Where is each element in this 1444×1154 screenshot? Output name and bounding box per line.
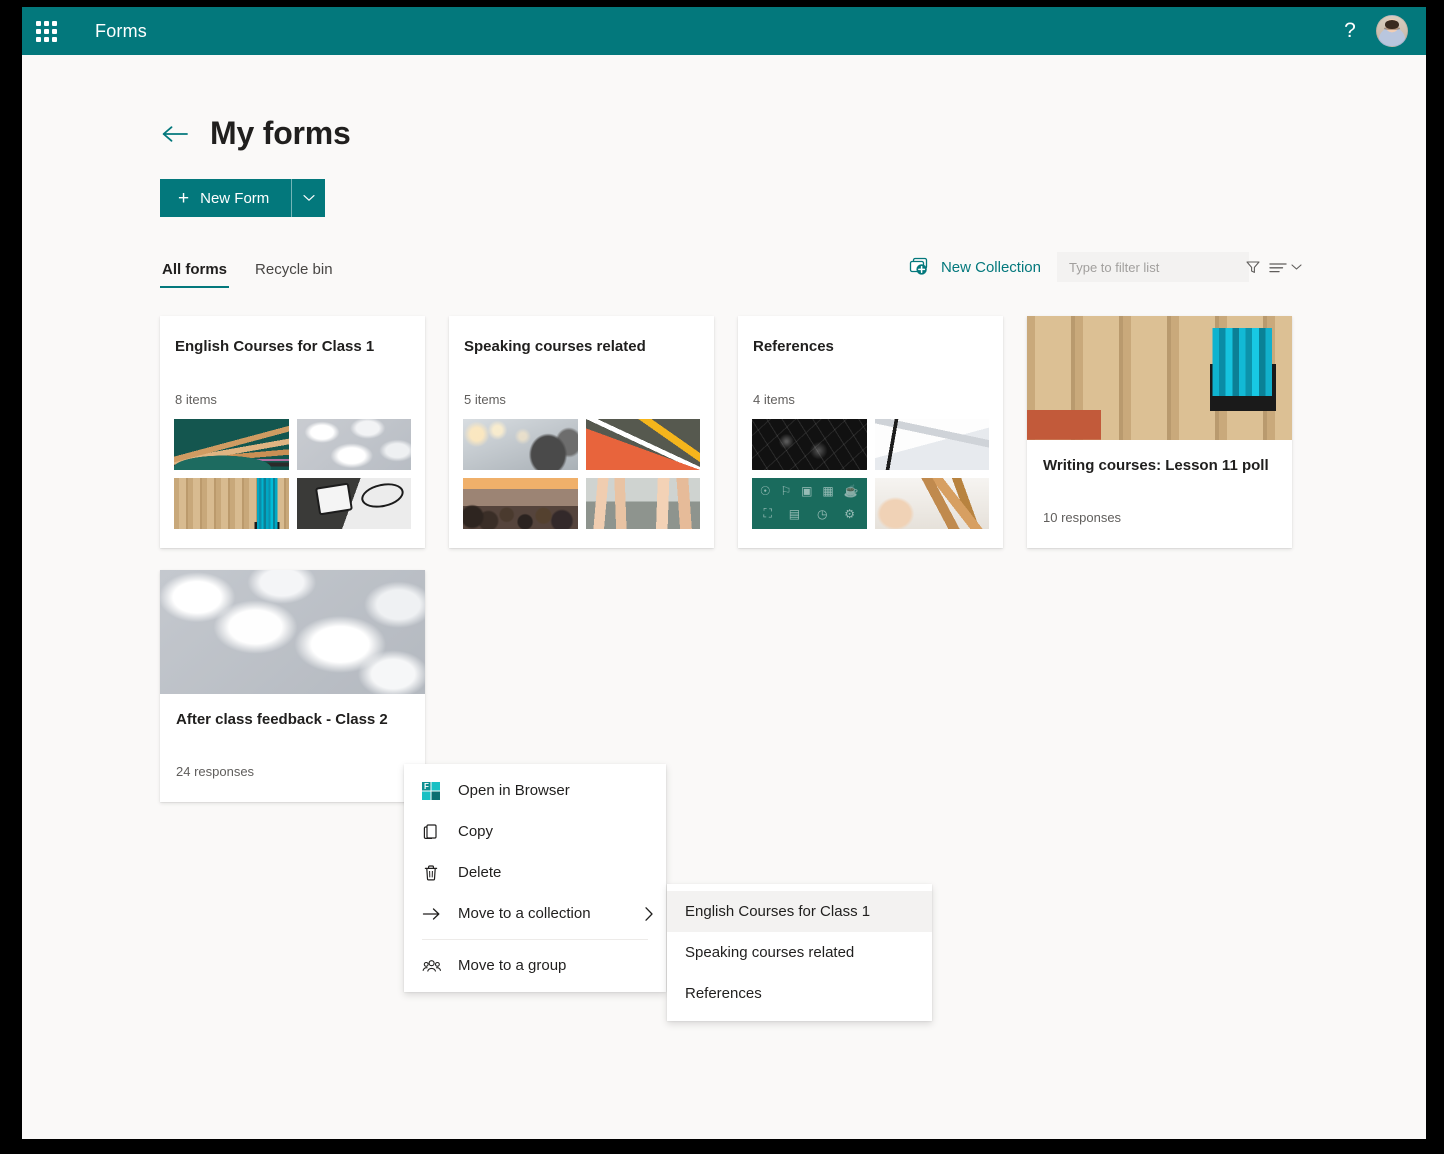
new-form-row: + New Form	[160, 179, 1426, 217]
copy-icon	[422, 823, 448, 841]
new-form-label: New Form	[200, 190, 269, 207]
menu-item-open-in-browser[interactable]: F Open in Browser	[404, 770, 666, 811]
avatar[interactable]	[1376, 15, 1408, 47]
thumbnail	[297, 478, 412, 529]
menu-item-delete[interactable]: Delete	[404, 852, 666, 893]
thumbnail	[174, 419, 289, 470]
collection-thumbnails: ☉⚐▣▦☕ ⛶▤◷⚙	[752, 419, 989, 529]
new-form-dropdown-button[interactable]	[291, 179, 325, 217]
new-collection-label: New Collection	[941, 259, 1041, 276]
thumbnail	[875, 478, 990, 529]
chevron-down-icon	[303, 194, 315, 202]
collection-card[interactable]: References 4 items ☉⚐▣▦☕ ⛶▤◷⚙	[738, 316, 1003, 548]
arrow-right-icon	[422, 906, 448, 922]
submenu-item-label: Speaking courses related	[685, 944, 854, 961]
thumbnail	[586, 478, 701, 529]
collection-item-count: 8 items	[174, 392, 411, 407]
submenu-item-collection[interactable]: References	[667, 973, 932, 1014]
sort-button[interactable]	[1265, 257, 1306, 278]
app-launcher-icon[interactable]	[22, 7, 70, 55]
thumbnail-icon-row: ☉⚐▣▦☕	[755, 484, 864, 498]
collection-card[interactable]: Speaking courses related 5 items	[449, 316, 714, 548]
menu-item-label: Copy	[458, 823, 654, 840]
toolbar-actions: New Collection	[909, 252, 1306, 288]
tab-recycle-bin[interactable]: Recycle bin	[253, 257, 335, 288]
forms-grid: English Courses for Class 1 8 items Spea…	[160, 316, 1308, 802]
collection-thumbnails	[463, 419, 700, 529]
new-form-button[interactable]: + New Form	[160, 179, 291, 217]
menu-item-label: Move to a collection	[458, 905, 644, 922]
back-arrow-icon[interactable]	[160, 119, 190, 149]
trash-icon	[422, 864, 448, 882]
form-title: After class feedback - Class 2	[176, 711, 409, 728]
menu-item-move-to-collection[interactable]: Move to a collection	[404, 893, 666, 934]
menu-divider	[422, 939, 648, 940]
submenu-item-collection[interactable]: Speaking courses related	[667, 932, 932, 973]
suite-header: Forms ?	[22, 7, 1426, 55]
form-response-count: 10 responses	[1043, 510, 1276, 525]
menu-item-label: Open in Browser	[458, 782, 654, 799]
collection-item-count: 5 items	[463, 392, 700, 407]
thumbnail	[463, 419, 578, 470]
forms-app-window: Forms ? My forms + New Form	[22, 7, 1426, 1139]
suite-header-actions: ?	[1330, 7, 1416, 55]
collection-title: Speaking courses related	[463, 338, 700, 355]
chevron-down-icon	[1291, 263, 1302, 271]
form-card[interactable]: Writing courses: Lesson 11 poll 10 respo…	[1027, 316, 1292, 548]
waffle-grid	[36, 21, 57, 42]
thumbnail	[875, 419, 990, 470]
list-toolbar: All forms Recycle bin New Collectio	[160, 252, 1306, 288]
search-input[interactable]	[1069, 260, 1245, 275]
thumbnail	[586, 419, 701, 470]
thumbnail	[174, 478, 289, 529]
thumbnail: ☉⚐▣▦☕ ⛶▤◷⚙	[752, 478, 867, 529]
new-collection-button[interactable]: New Collection	[909, 257, 1041, 277]
menu-item-label: Move to a group	[458, 957, 654, 974]
app-name[interactable]: Forms	[95, 21, 147, 42]
collection-title: References	[752, 338, 989, 355]
filter-funnel-icon[interactable]	[1245, 259, 1261, 275]
form-thumbnail	[160, 570, 425, 694]
thumbnail	[752, 419, 867, 470]
plus-icon: +	[178, 189, 189, 208]
tab-list: All forms Recycle bin	[160, 257, 335, 288]
collection-item-count: 4 items	[752, 392, 989, 407]
submenu-item-label: English Courses for Class 1	[685, 903, 870, 920]
tab-all-forms[interactable]: All forms	[160, 257, 229, 288]
menu-item-label: Delete	[458, 864, 654, 881]
collection-card[interactable]: English Courses for Class 1 8 items	[160, 316, 425, 548]
svg-text:F: F	[424, 782, 429, 791]
thumbnail-icon-row: ⛶▤◷⚙	[755, 506, 864, 521]
filter-list-box[interactable]	[1057, 252, 1249, 282]
form-title: Writing courses: Lesson 11 poll	[1043, 457, 1276, 474]
new-collection-icon	[909, 257, 931, 277]
form-thumbnail	[1027, 316, 1292, 440]
page-content: My forms + New Form All forms Recycle bi…	[22, 115, 1426, 802]
form-response-count: 24 responses	[176, 764, 409, 779]
help-icon[interactable]: ?	[1330, 9, 1370, 53]
collection-title: English Courses for Class 1	[174, 338, 411, 355]
form-card[interactable]: After class feedback - Class 2 24 respon…	[160, 570, 425, 802]
sort-lines-icon	[1269, 261, 1287, 274]
menu-item-copy[interactable]: Copy	[404, 811, 666, 852]
form-card-body: Writing courses: Lesson 11 poll 10 respo…	[1027, 440, 1292, 525]
forms-app-icon: F	[422, 782, 448, 800]
thumbnail	[463, 478, 578, 529]
menu-item-move-to-group[interactable]: Move to a group	[404, 945, 666, 986]
context-menu: F Open in Browser Copy	[404, 764, 666, 992]
people-group-icon	[422, 958, 448, 974]
collection-thumbnails	[174, 419, 411, 529]
thumbnail	[297, 419, 412, 470]
page-title: My forms	[210, 115, 351, 152]
submenu-item-collection[interactable]: English Courses for Class 1	[667, 891, 932, 932]
page-title-row: My forms	[160, 115, 1426, 152]
submenu-item-label: References	[685, 985, 762, 1002]
context-submenu: English Courses for Class 1 Speaking cou…	[667, 884, 932, 1021]
form-card-body: After class feedback - Class 2 24 respon…	[160, 694, 425, 779]
chevron-right-icon	[644, 906, 654, 922]
